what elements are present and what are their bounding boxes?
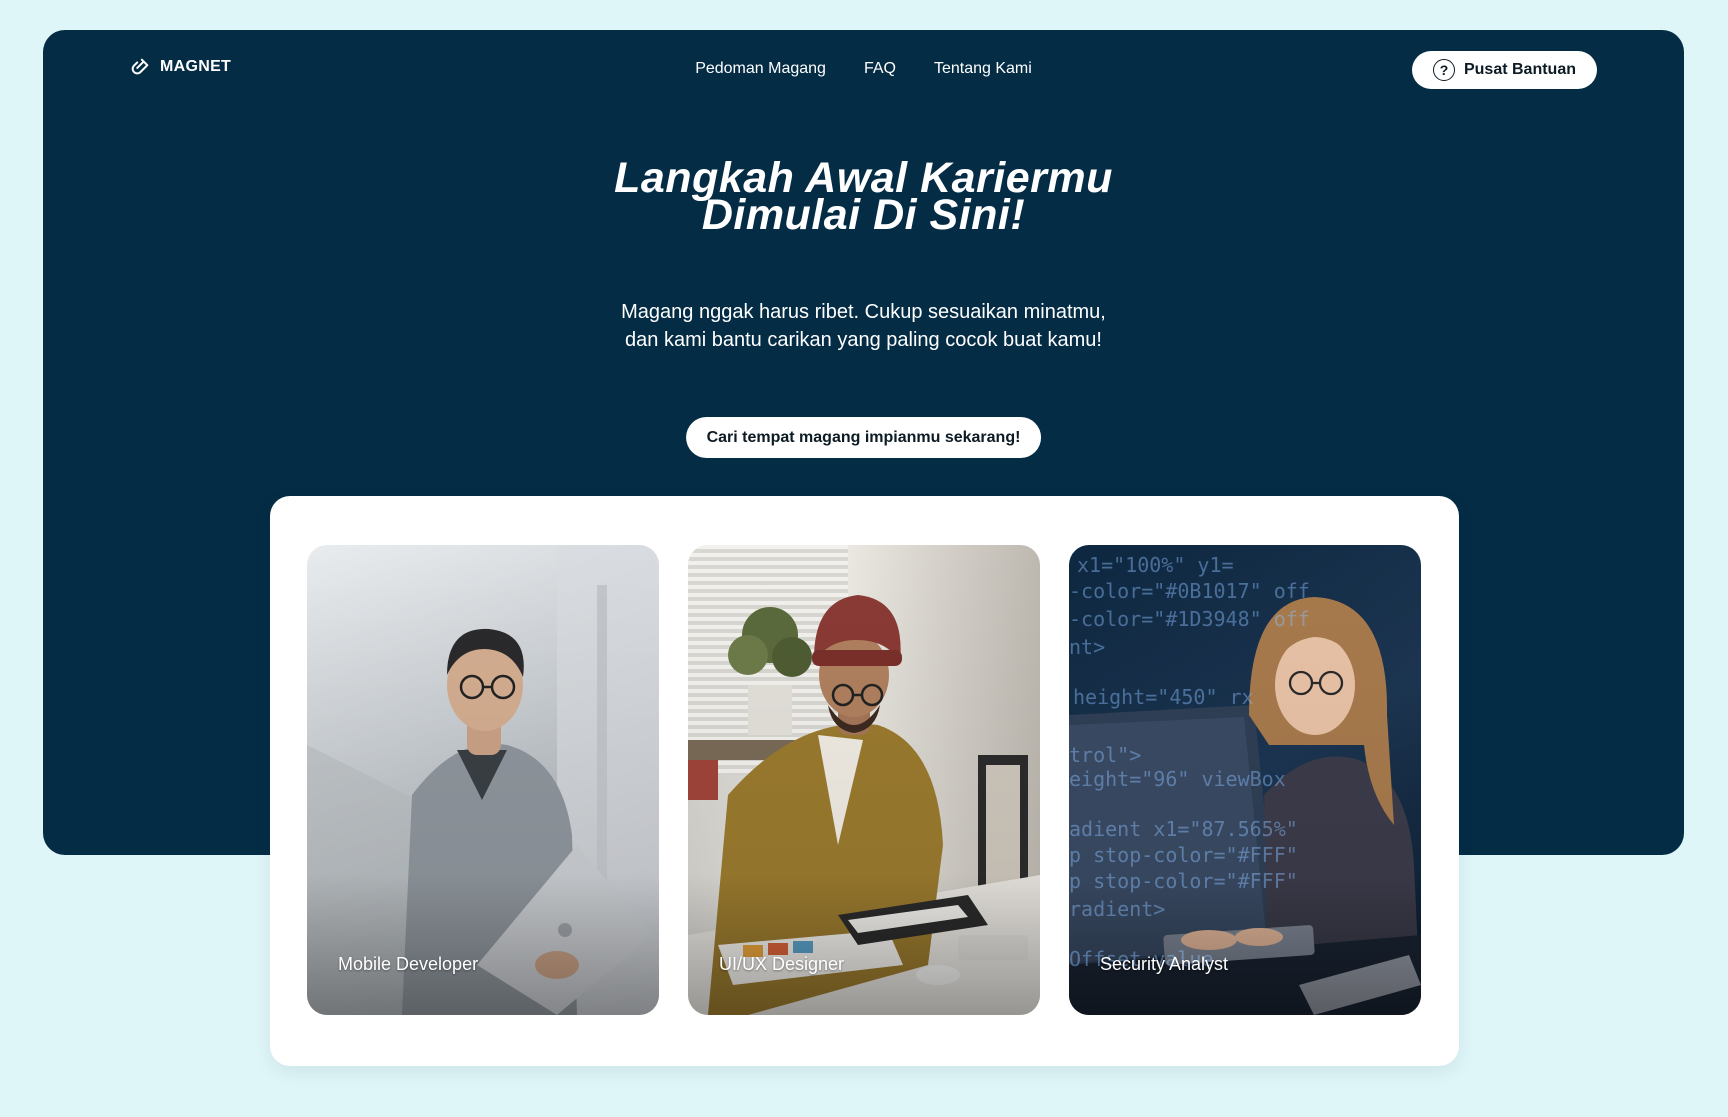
code-overlay-line: p stop-color="#FFF" [1069,843,1298,867]
hero-title: Langkah Awal Kariermu Dimulai Di Sini! [43,157,1684,239]
hero-subtitle: Magang nggak harus ribet. Cukup sesuaika… [621,301,1106,351]
mobile-developer-photo [307,545,659,1015]
help-center-label: Pusat Bantuan [1463,61,1576,78]
code-overlay-line: height="450" rx [1073,685,1254,709]
code-overlay-line: -color="#0B1017" off [1069,579,1310,603]
card-label-security-analyst: Security Analyst [1100,954,1229,974]
help-center-button[interactable]: ? Pusat Bantuan [1411,51,1597,89]
security-analyst-photo: x1="100%" y1= -color="#0B1017" off -colo… [1069,545,1421,1015]
nav-link-faq[interactable]: FAQ [864,60,896,78]
code-overlay-line: p stop-color="#FFF" [1069,869,1298,893]
code-overlay-line: nt> [1069,635,1106,659]
code-overlay-line: radient> [1069,897,1166,921]
career-card-ui-ux-designer[interactable]: UI/UX Designer [688,545,1040,1015]
code-overlay-line: -color="#1D3948" off [1069,607,1310,631]
code-overlay-line: trol"> [1069,743,1142,767]
hero-title-line-2: Dimulai Di Sini! [701,191,1026,239]
nav-link-pedoman-magang[interactable]: Pedoman Magang [695,60,826,78]
career-card-mobile-developer[interactable]: Mobile Developer [307,545,659,1015]
nav-link-tentang-kami[interactable]: Tentang Kami [934,60,1032,78]
career-card-security-analyst[interactable]: x1="100%" y1= -color="#0B1017" off -colo… [1069,545,1421,1015]
search-internship-button[interactable]: Cari tempat magang impianmu sekarang! [685,417,1042,458]
code-overlay-line: eight="96" viewBox [1069,767,1286,791]
card-label-ui-ux-designer: UI/UX Designer [719,954,845,974]
code-overlay-line: x1="100%" y1= [1077,553,1234,577]
code-overlay-line: adient x1="87.565%" [1069,817,1298,841]
card-label-mobile-developer: Mobile Developer [338,954,479,974]
ui-ux-designer-photo [688,545,1040,1015]
career-cards-panel: Mobile Developer UI/UX Designer x1="100%… [270,496,1459,1066]
question-circle-icon: ? [1432,59,1455,81]
